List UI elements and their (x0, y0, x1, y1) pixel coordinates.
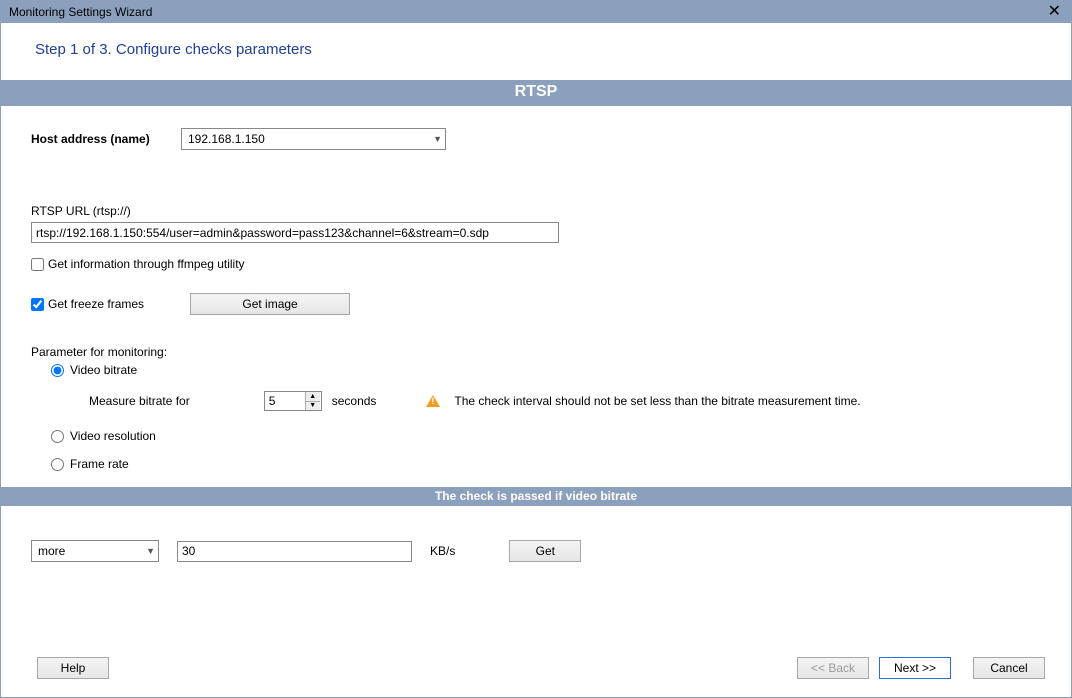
measure-unit-label: seconds (332, 394, 377, 408)
measure-seconds-input[interactable] (265, 392, 305, 410)
frame-rate-radio-label[interactable]: Frame rate (70, 457, 129, 471)
bitrate-threshold-input[interactable] (177, 541, 412, 562)
get-bitrate-button[interactable]: Get (509, 540, 581, 562)
warning-text: The check interval should not be set les… (454, 394, 860, 408)
ffmpeg-checkbox[interactable] (31, 258, 44, 271)
video-bitrate-radio-label[interactable]: Video bitrate (70, 363, 137, 377)
rtsp-url-input[interactable] (31, 222, 559, 243)
titlebar: Monitoring Settings Wizard ✕ (1, 1, 1071, 23)
chevron-down-icon: ▼ (146, 546, 155, 556)
frame-rate-radio[interactable] (51, 458, 64, 471)
step-heading: Step 1 of 3. Configure checks parameters (1, 23, 1071, 80)
chevron-down-icon: ▼ (433, 134, 442, 144)
ffmpeg-checkbox-label[interactable]: Get information through ffmpeg utility (48, 257, 245, 271)
host-address-value: 192.168.1.150 (188, 132, 265, 146)
operator-combo[interactable]: more ▼ (31, 540, 159, 562)
video-resolution-radio-label[interactable]: Video resolution (70, 429, 156, 443)
spinner-down-icon[interactable]: ▼ (306, 402, 320, 411)
rtsp-config-panel: Host address (name) 192.168.1.150 ▼ RTSP… (1, 106, 1071, 487)
get-image-button[interactable]: Get image (190, 293, 350, 315)
wizard-footer: Help << Back Next >> Cancel (1, 647, 1071, 697)
warning-icon (426, 395, 440, 407)
next-button[interactable]: Next >> (879, 657, 951, 679)
bitrate-unit-label: KB/s (430, 544, 455, 558)
pass-condition-panel: more ▼ KB/s Get (1, 506, 1071, 572)
back-button[interactable]: << Back (797, 657, 869, 679)
measure-seconds-spinner[interactable]: ▲ ▼ (264, 391, 322, 411)
host-address-combo[interactable]: 192.168.1.150 ▼ (181, 128, 446, 150)
section-title-rtsp: RTSP (1, 80, 1071, 106)
monitoring-group-label: Parameter for monitoring: (31, 345, 1041, 359)
close-icon[interactable]: ✕ (1044, 4, 1065, 20)
window-title: Monitoring Settings Wizard (9, 5, 152, 19)
video-bitrate-radio[interactable] (51, 364, 64, 377)
wizard-window: Monitoring Settings Wizard ✕ Step 1 of 3… (0, 0, 1072, 698)
freeze-frames-label[interactable]: Get freeze frames (48, 297, 144, 311)
freeze-frames-checkbox[interactable] (31, 298, 44, 311)
operator-value: more (38, 544, 65, 558)
help-button[interactable]: Help (37, 657, 109, 679)
rtsp-url-label: RTSP URL (rtsp://) (31, 204, 1041, 218)
measure-bitrate-label: Measure bitrate for (89, 394, 190, 408)
video-resolution-radio[interactable] (51, 430, 64, 443)
pass-condition-band: The check is passed if video bitrate (1, 487, 1071, 506)
spinner-up-icon[interactable]: ▲ (306, 392, 320, 402)
host-address-label: Host address (name) (31, 132, 181, 146)
cancel-button[interactable]: Cancel (973, 657, 1045, 679)
